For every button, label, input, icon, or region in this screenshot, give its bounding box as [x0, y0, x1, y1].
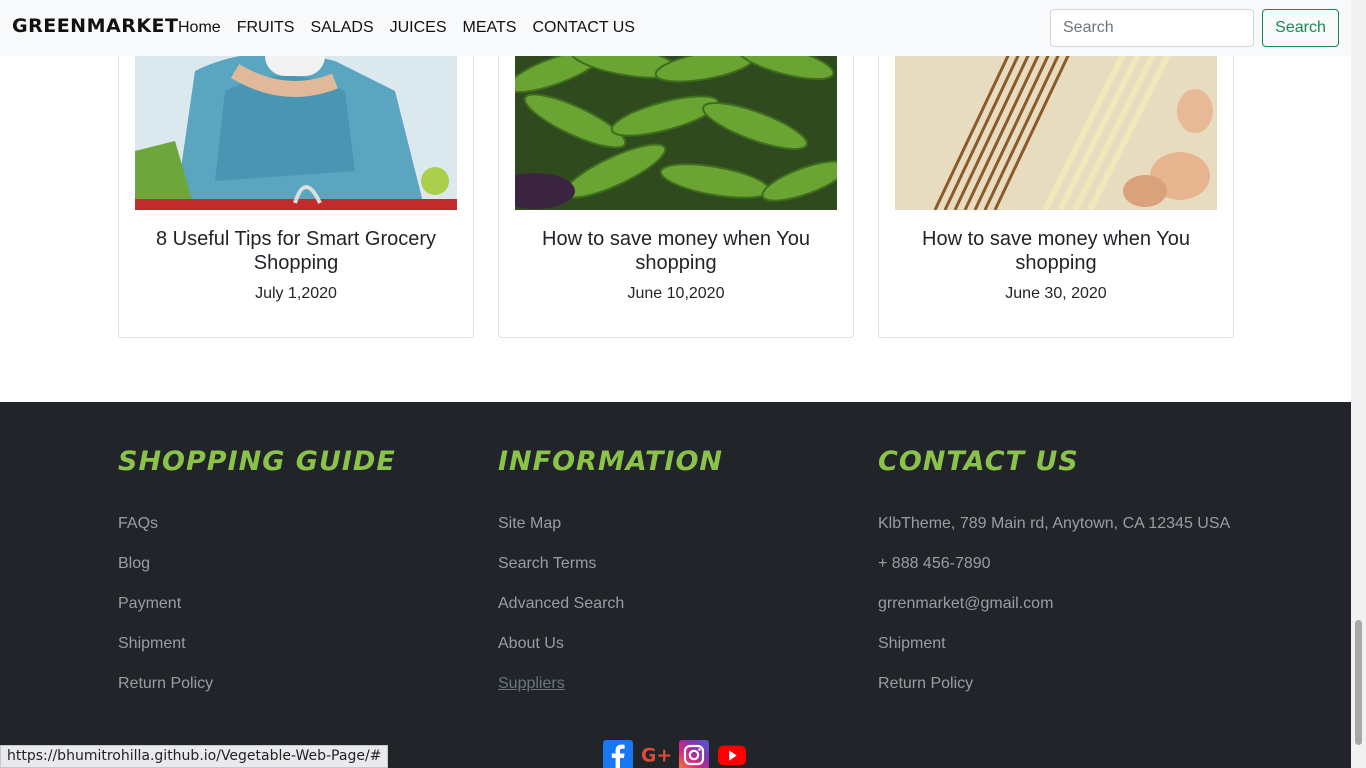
footer-link-payment[interactable]: Payment	[118, 584, 396, 624]
navbar: GREENMARKET Home FRUITS SALADS JUICES ME…	[0, 0, 1351, 56]
instagram-icon[interactable]	[679, 740, 709, 768]
footer-link-site-map[interactable]: Site Map	[498, 504, 723, 544]
contact-email[interactable]: grrenmarket@gmail.com	[878, 584, 1230, 624]
google-plus-icon[interactable]: G+	[641, 740, 671, 768]
card-title[interactable]: How to save money when You shopping	[515, 227, 837, 275]
youtube-icon[interactable]	[717, 740, 747, 768]
page-scrollbar[interactable]	[1351, 0, 1366, 768]
card-image-grocery-shopper	[135, 31, 457, 210]
social-links: G+	[603, 740, 747, 768]
footer-heading: INFORMATION	[498, 446, 724, 477]
footer-heading: SHOPPING GUIDE	[118, 446, 396, 477]
card-date: June 10,2020	[627, 285, 725, 302]
footer-link-advanced-search[interactable]: Advanced Search	[498, 584, 723, 624]
contact-phone[interactable]: + 888 456-7890	[878, 544, 1230, 584]
footer-link-return-policy[interactable]: Return Policy	[118, 664, 396, 704]
card-title[interactable]: 8 Useful Tips for Smart Grocery Shopping	[135, 227, 457, 275]
footer-link-shipment[interactable]: Shipment	[118, 624, 396, 664]
svg-text:G+: G+	[641, 746, 671, 767]
nav-link-juices[interactable]: JUICES	[382, 19, 455, 37]
footer-link-suppliers[interactable]: Suppliers	[498, 664, 723, 704]
card-image-pasta	[895, 31, 1217, 210]
card-date: July 1,2020	[255, 285, 337, 302]
contact-address: KlbTheme, 789 Main rd, Anytown, CA 12345…	[878, 515, 1231, 532]
footer: SHOPPING GUIDE FAQs Blog Payment Shipmen…	[0, 402, 1351, 768]
status-url-tooltip: https://bhumitrohilla.github.io/Vegetabl…	[0, 745, 389, 768]
scrollbar-thumb[interactable]	[1355, 620, 1362, 745]
footer-link-shipment[interactable]: Shipment	[878, 624, 1230, 664]
footer-contact: CONTACT US KlbTheme, 789 Main rd, Anytow…	[878, 446, 1230, 704]
blog-card[interactable]: How to save money when You shopping June…	[498, 30, 854, 338]
nav-link-contact[interactable]: CONTACT US	[524, 19, 643, 37]
blog-card[interactable]: 8 Useful Tips for Smart Grocery Shopping…	[118, 30, 474, 338]
footer-link-list: Site Map Search Terms Advanced Search Ab…	[498, 504, 723, 704]
nav-link-home[interactable]: Home	[170, 19, 229, 37]
search-button[interactable]: Search	[1262, 9, 1339, 47]
card-title[interactable]: How to save money when You shopping	[895, 227, 1217, 275]
footer-contact-list: KlbTheme, 789 Main rd, Anytown, CA 12345…	[878, 504, 1230, 704]
footer-link-list: FAQs Blog Payment Shipment Return Policy	[118, 504, 396, 704]
nav-links: Home FRUITS SALADS JUICES MEATS CONTACT …	[170, 0, 643, 56]
facebook-icon[interactable]	[603, 740, 633, 768]
footer-link-about-us[interactable]: About Us	[498, 624, 723, 664]
footer-link-return-policy[interactable]: Return Policy	[878, 664, 1230, 704]
card-image-green-beans	[515, 31, 837, 210]
footer-link-blog[interactable]: Blog	[118, 544, 396, 584]
nav-link-fruits[interactable]: FRUITS	[229, 19, 303, 37]
card-date: June 30, 2020	[1005, 285, 1107, 302]
footer-shopping-guide: SHOPPING GUIDE FAQs Blog Payment Shipmen…	[118, 446, 396, 704]
footer-link-search-terms[interactable]: Search Terms	[498, 544, 723, 584]
nav-link-meats[interactable]: MEATS	[455, 19, 525, 37]
brand-logo[interactable]: GREENMARKET	[12, 15, 179, 37]
footer-information: INFORMATION Site Map Search Terms Advanc…	[498, 446, 723, 704]
footer-link-faqs[interactable]: FAQs	[118, 504, 396, 544]
footer-heading: CONTACT US	[878, 446, 1079, 477]
search-input[interactable]	[1050, 9, 1254, 47]
blog-card[interactable]: How to save money when You shopping June…	[878, 30, 1234, 338]
nav-link-salads[interactable]: SALADS	[302, 19, 381, 37]
